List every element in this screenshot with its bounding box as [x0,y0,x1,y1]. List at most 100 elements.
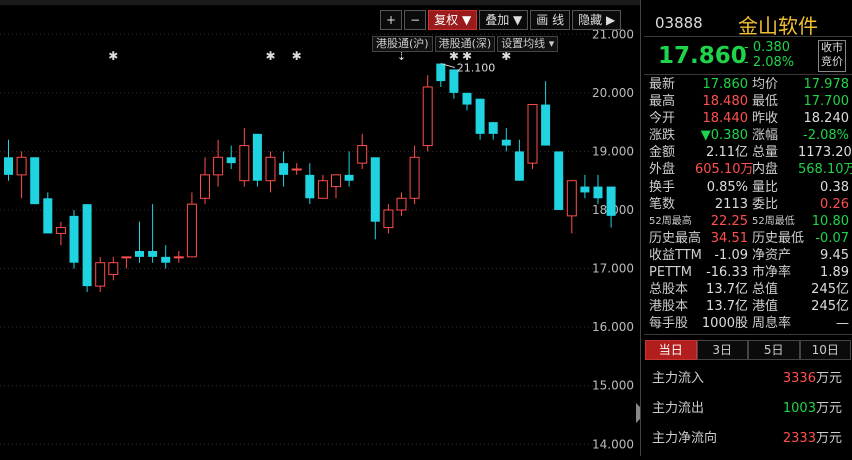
tab-today[interactable]: 当日 [645,340,697,360]
candle[interactable] [501,128,511,152]
overlay-label: 叠加 [485,13,510,27]
candle-body [82,204,92,287]
stat-label: 历史最低 [752,230,805,246]
candle[interactable] [135,221,144,263]
candle[interactable] [331,174,341,199]
stat-label: 最低 [752,94,779,110]
overlay-button[interactable]: 叠加 ▼ [479,10,529,30]
kline-svg[interactable]: 21.00020.00019.00018.00017.00016.00015.0… [0,5,640,456]
candle[interactable] [383,204,394,234]
price-change: - 0.380 [744,40,791,55]
candle-body [501,139,511,146]
candle[interactable] [265,151,276,193]
stat-value: 0.85% [706,179,748,195]
candle-body [370,157,380,222]
candle[interactable] [82,204,92,292]
candle[interactable] [514,139,524,181]
candle-body [135,251,144,257]
candle-body [213,156,224,176]
candle[interactable] [252,133,262,187]
candle[interactable] [475,98,485,140]
stat-row: 涨跌 ▼0.380 涨幅 -2.08% [649,127,849,144]
stat-label: 换手 [649,179,676,195]
stat-value: 0.26 [820,196,849,212]
candle[interactable] [173,251,184,263]
candle[interactable] [396,192,407,216]
candle[interactable] [148,204,158,263]
candle[interactable] [30,157,40,205]
tab-3day[interactable]: 3日 [696,340,748,360]
candle[interactable] [239,128,250,187]
candle[interactable] [161,245,171,269]
hk-connect-sz-button[interactable]: 港股通(深) [434,36,496,52]
candle[interactable] [279,151,289,187]
candle[interactable] [291,163,302,175]
stat-row: 收益TTM -1.09 净资产 9.45 [649,247,849,264]
candle-body [541,104,551,146]
candle[interactable] [43,192,53,234]
candle[interactable] [121,256,132,269]
y-tick-label: 20.000 [592,86,634,100]
candle[interactable] [422,75,433,152]
candle[interactable] [108,256,119,281]
candle[interactable] [55,221,66,246]
stat-row: 港股本 13.7亿 港值 245亿 [649,298,849,315]
stat-value: 605.10万 [695,162,754,178]
candle[interactable] [554,151,564,210]
fund-flow-amount: 2333 [782,431,816,446]
candle[interactable] [200,157,210,205]
candle[interactable] [527,104,538,169]
candle[interactable] [226,145,236,169]
candle[interactable] [436,63,446,87]
candle[interactable] [95,256,106,292]
candle-body [148,251,158,257]
fund-flow-value: 1003万元 [783,394,842,424]
candle-body [226,157,236,164]
panel-divider[interactable] [640,0,641,456]
stat-row: 换手 0.85% 量比 0.38 [649,179,849,196]
adjust-price-button[interactable]: 复权 ▼ [428,10,478,30]
stat-row: 笔数 2113 委比 0.26 [649,196,849,213]
candle[interactable] [69,210,79,269]
candle[interactable] [409,145,420,205]
candle[interactable] [566,180,577,234]
hk-connect-sh-button[interactable]: 港股通(沪) [372,36,433,52]
ma-settings-button[interactable]: 设置均线 ▾ [497,36,559,52]
candle[interactable] [488,122,498,140]
candle[interactable] [370,157,380,240]
hide-button[interactable]: 隐藏 ▶ [572,10,622,30]
fund-flow-amount: 1003 [782,401,816,416]
candle[interactable] [541,81,551,146]
candle[interactable] [462,92,472,111]
kline-chart[interactable]: 21.00020.00019.00018.00017.00016.00015.0… [0,5,640,456]
tab-10day[interactable]: 10日 [799,340,851,360]
candle[interactable] [580,174,590,199]
chevron-down-icon: ▼ [513,13,523,27]
candle[interactable] [606,186,616,228]
candle[interactable] [213,139,224,187]
draw-line-button[interactable]: 画 线 [530,10,571,30]
zoom-out-button[interactable]: − [404,10,427,30]
candle[interactable] [593,174,603,205]
candle[interactable] [186,192,197,258]
zoom-in-button[interactable]: + [380,10,403,30]
candle-body [331,174,341,188]
candle[interactable] [305,163,315,205]
fund-flow-label: 主力流入 [652,371,705,386]
candle[interactable] [317,174,328,199]
stat-row: 历史最高 34.51 历史最低 -0.07 [649,230,849,247]
candle[interactable] [16,151,27,199]
stat-label: 52周最高 [649,215,692,227]
stat-label: 金额 [649,145,676,161]
event-marker-icon[interactable]: ✱ [292,49,302,63]
candle[interactable] [357,133,368,169]
stat-label: 均价 [752,77,779,92]
candle[interactable] [4,139,13,181]
event-marker-icon[interactable]: ✱ [108,49,118,63]
tab-5day[interactable]: 5日 [748,340,800,360]
candle[interactable] [344,151,354,187]
stat-value: 22.25 [710,213,748,229]
fund-flow-label: 主力流出 [652,401,705,416]
fund-flow-row: 主力净流向 2333万元 [644,424,852,454]
event-marker-icon[interactable]: ✱ [265,49,275,63]
